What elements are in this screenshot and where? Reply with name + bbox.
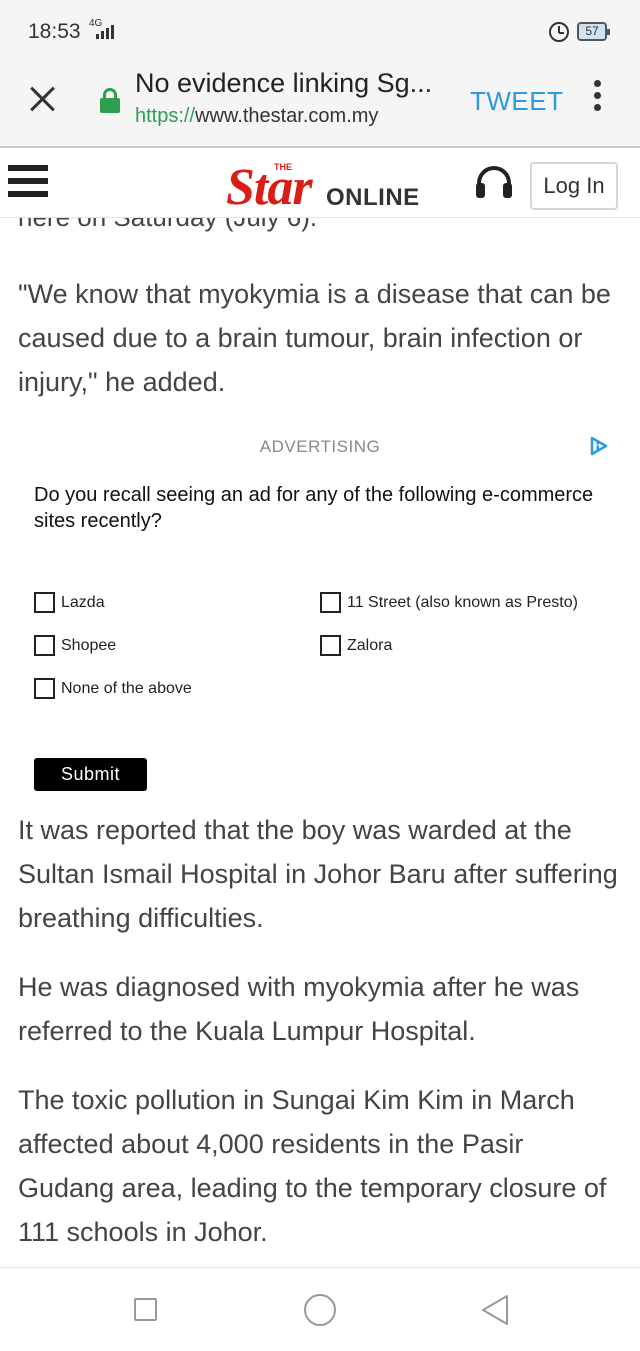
article-paragraph: It was reported that the boy was warded … (18, 815, 618, 933)
close-icon[interactable] (26, 82, 60, 116)
article-paragraph: The toxic pollution in Sungai Kim Kim in… (18, 1085, 607, 1247)
headphones-icon[interactable] (476, 166, 512, 200)
option-zalora[interactable]: Zalora (320, 635, 392, 656)
checkbox[interactable] (34, 678, 55, 699)
site-header: Star THE ONLINE Log In (0, 152, 640, 218)
site-logo[interactable]: Star THE ONLINE (226, 154, 426, 216)
checkbox[interactable] (34, 635, 55, 656)
article-paragraph: He was diagnosed with myokymia after he … (18, 972, 580, 1046)
system-nav-bar (0, 1267, 640, 1351)
option-11street[interactable]: 11 Street (also known as Presto) (320, 592, 578, 613)
option-none[interactable]: None of the above (34, 678, 192, 699)
option-label: 11 Street (also known as Presto) (347, 593, 578, 611)
option-label: Zalora (347, 636, 393, 654)
back-icon[interactable] (480, 1294, 510, 1326)
battery-icon: 57 (577, 22, 610, 41)
login-button[interactable]: Log In (530, 162, 618, 210)
tweet-button[interactable]: TWEET (470, 86, 564, 117)
survey-question: Do you recall seeing an ad for any of th… (34, 484, 594, 532)
page-url[interactable]: https://www.thestar.com.my (135, 105, 378, 128)
status-bar: 18:53 4G 57 (0, 0, 640, 62)
option-shopee[interactable]: Shopee (34, 635, 116, 656)
page-title[interactable]: No evidence linking Sg... (135, 68, 445, 99)
logo-star: Star (226, 159, 313, 216)
checkbox[interactable] (34, 592, 55, 613)
hamburger-menu-icon[interactable] (8, 165, 48, 201)
logo-online: ONLINE (326, 184, 420, 211)
home-icon[interactable] (304, 1294, 336, 1326)
option-lazda[interactable]: Lazda (34, 592, 105, 613)
adchoices-icon[interactable] (588, 435, 610, 457)
option-label: Lazda (61, 593, 105, 611)
submit-button[interactable]: Submit (34, 758, 147, 791)
recent-apps-icon[interactable] (134, 1298, 157, 1321)
kebab-menu-icon[interactable] (594, 80, 602, 112)
checkbox[interactable] (320, 592, 341, 613)
lock-icon[interactable] (100, 88, 120, 114)
signal-icon (96, 25, 114, 39)
ad-label: ADVERTISING (259, 437, 381, 456)
logo-the: THE (274, 162, 292, 172)
url-host: www.thestar.com.my (195, 105, 379, 127)
status-time: 18:53 (28, 20, 81, 43)
checkbox[interactable] (320, 635, 341, 656)
option-label: None of the above (61, 679, 192, 697)
article-paragraph: "We know that myokymia is a disease that… (18, 279, 611, 397)
option-label: Shopee (61, 636, 117, 654)
alarm-icon (549, 22, 569, 42)
url-scheme: https:// (135, 105, 196, 127)
